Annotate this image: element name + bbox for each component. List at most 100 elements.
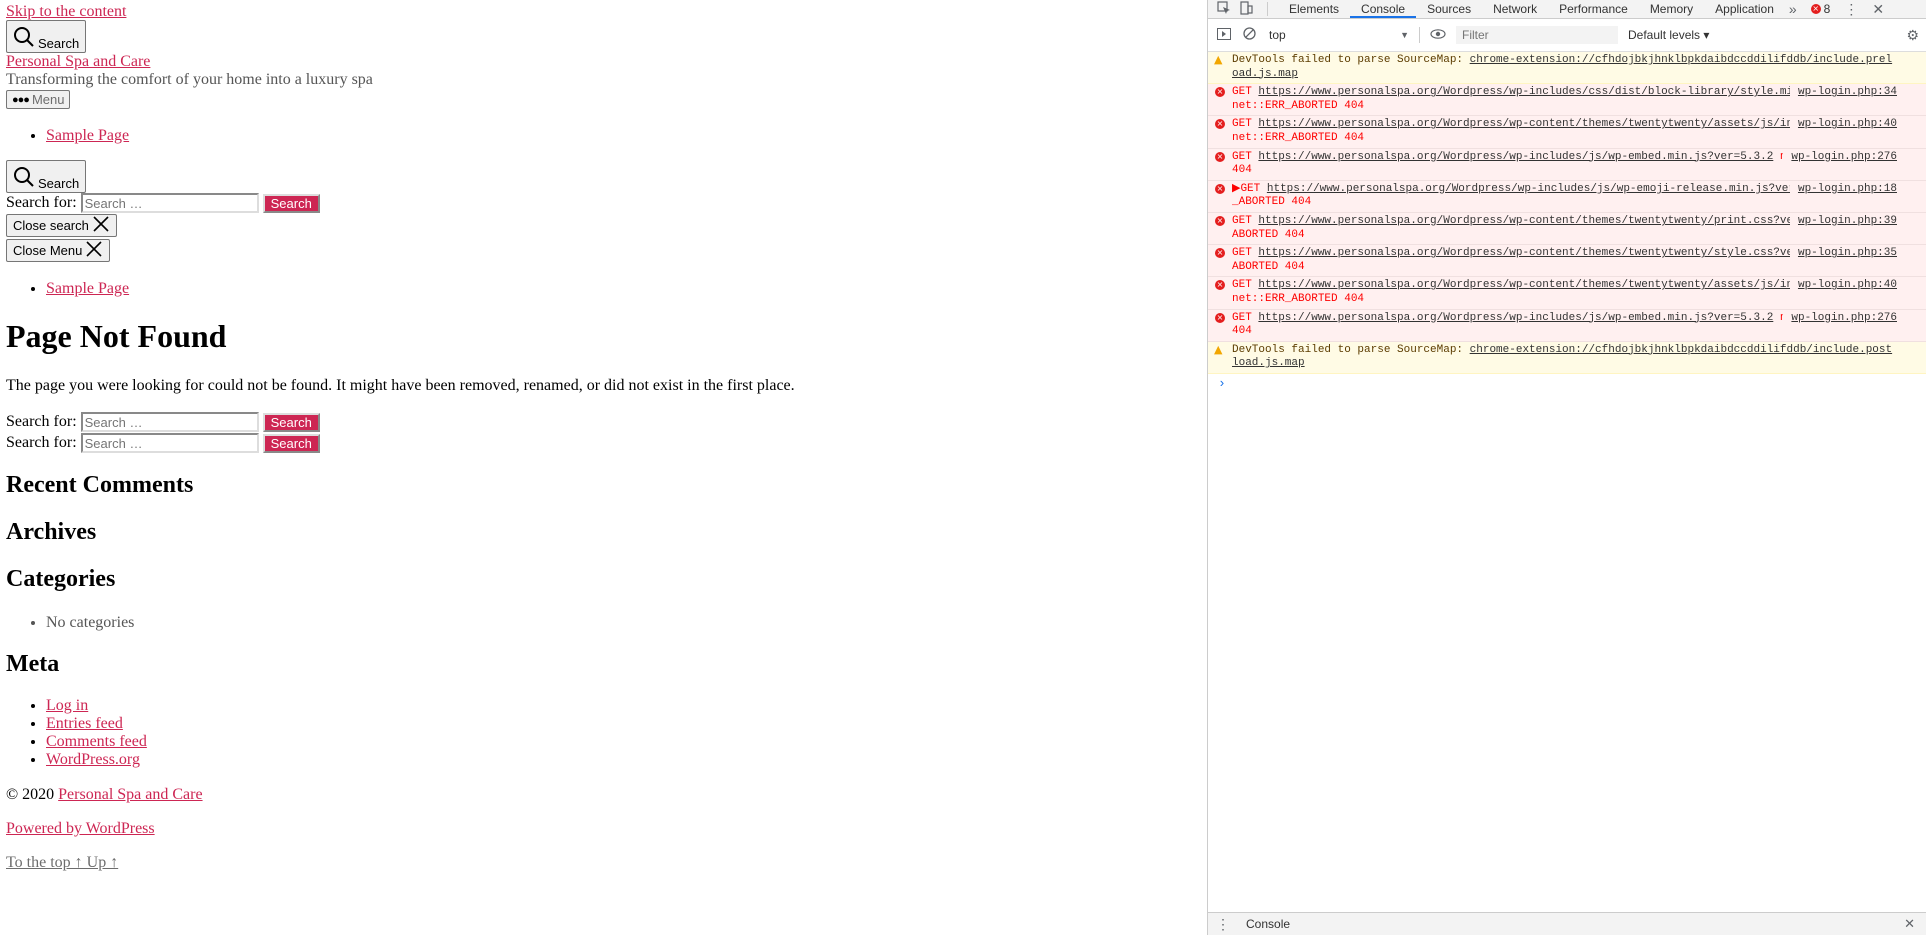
list-item: Entries feed (46, 715, 147, 733)
message-source-link[interactable]: wp-login.php:34 (1789, 86, 1897, 100)
error-count: 8 (1823, 2, 1831, 16)
message-source-link[interactable]: wp-login.php:276 (1783, 150, 1897, 165)
message-status: net::ERR_ABORTED 404 (1232, 131, 1365, 144)
mobile-nav-link-sample-page[interactable]: Sample Page (46, 280, 129, 297)
skip-link[interactable]: Skip to the content (6, 3, 126, 21)
context-selector[interactable]: top ▼ (1269, 28, 1409, 42)
menu-toggle-button[interactable]: ●●● Menu (6, 90, 71, 109)
console-error-message: × ▶GET https://www.personalspa.org/Wordpr… (1208, 180, 1926, 213)
tab-memory[interactable]: Memory (1639, 0, 1704, 18)
gear-icon[interactable]: ⚙ (1906, 27, 1919, 44)
search-submit-button[interactable]: Search (262, 433, 320, 453)
tab-network[interactable]: Network (1482, 0, 1548, 18)
error-icon: × (1215, 183, 1225, 194)
console-messages: ▲ DevTools failed to parse SourceMap: chr… (1208, 52, 1926, 374)
message-url-link[interactable]: https://www.personalspa.org/Wordpress/wp… (1267, 183, 1835, 195)
search-input[interactable] (80, 412, 259, 432)
site-title[interactable]: Personal Spa and Care (6, 53, 150, 71)
message-status: net::ERR_ABORTED 404 (1232, 99, 1365, 112)
search-input[interactable] (80, 433, 259, 453)
close-search-label: Close search (13, 218, 89, 233)
message-url-link[interactable]: https://www.personalspa.org/Wordpress/wp… (1258, 215, 1826, 227)
drawer-tab-console[interactable]: Console (1246, 917, 1290, 931)
close-menu-button[interactable]: Close Menu (6, 239, 111, 262)
categories-list: No categories (6, 614, 134, 632)
eye-icon[interactable] (1430, 28, 1448, 42)
message-source-link[interactable]: wp-login.php:276 (1783, 311, 1897, 326)
meta-link-wordpress-org[interactable]: WordPress.org (46, 751, 140, 768)
search-input[interactable] (80, 193, 259, 213)
tab-application[interactable]: Application (1704, 0, 1785, 18)
meta-link-log-in[interactable]: Log in (46, 697, 88, 714)
more-tabs-icon[interactable]: » (1789, 1, 1797, 17)
tab-performance[interactable]: Performance (1548, 0, 1639, 18)
message-url-link[interactable]: https://www.personalspa.org/Wordpress/wp… (1258, 247, 1826, 259)
message-source-link[interactable]: wp-login.php:40 (1789, 279, 1897, 293)
close-devtools-icon[interactable]: ✕ (1872, 1, 1884, 18)
close-search-button[interactable]: Close search (6, 214, 117, 237)
search-toggle-button[interactable]: Search (6, 20, 87, 53)
message-url-link[interactable]: https://www.personalspa.org/Wordpress/wp… (1258, 151, 1773, 163)
search-for-label: Search for: (6, 194, 77, 211)
message-prefix: GET (1232, 86, 1259, 99)
close-icon (92, 215, 110, 236)
site-description: Transforming the comfort of your home in… (6, 71, 373, 88)
devtools-tabbar: Elements Console Sources Network Perform… (1208, 0, 1926, 19)
message-prefix: DevTools failed to parse SourceMap: (1232, 343, 1470, 356)
mobile-nav: Sample Page (6, 280, 129, 298)
meta-link-entries-feed[interactable]: Entries feed (46, 715, 123, 732)
message-source-link[interactable]: wp-login.php:40 (1789, 118, 1897, 132)
tab-elements[interactable]: Elements (1278, 0, 1350, 18)
message-prefix: ▶GET (1232, 182, 1267, 195)
console-toolbar: top ▼ Default levels ▾ ⚙ (1208, 19, 1926, 52)
meta-list: Log in Entries feed Comments feed WordPr… (6, 697, 147, 769)
tab-sources[interactable]: Sources (1416, 0, 1482, 18)
search-for-label: Search for: (6, 413, 77, 430)
page-viewport: Skip to the content Search Personal Spa … (0, 0, 1206, 935)
nav-item: Sample Page (46, 127, 129, 145)
search-submit-button[interactable]: Search (262, 412, 320, 432)
message-source-link[interactable]: wp-login.php:39 (1789, 214, 1897, 229)
error-icon: × (1810, 4, 1821, 14)
search-icon (13, 166, 35, 191)
drawer-menu-icon[interactable]: ⋮ (1216, 916, 1230, 933)
sidebar-toggle-icon[interactable] (1217, 27, 1233, 43)
inspect-element-icon[interactable] (1217, 0, 1235, 18)
message-source-link[interactable]: wp-login.php:35 (1789, 247, 1897, 261)
list-item: Comments feed (46, 733, 147, 751)
error-count-badge[interactable]: × 8 (1810, 2, 1831, 16)
to-the-top-link[interactable]: To the top ↑ Up ↑ (6, 854, 118, 872)
list-item: WordPress.org (46, 751, 147, 769)
console-warning-message: ▲ DevTools failed to parse SourceMap: chr… (1208, 341, 1926, 374)
close-drawer-icon[interactable]: ✕ (1904, 916, 1915, 932)
error-icon: × (1215, 119, 1225, 130)
console-warning-message: ▲ DevTools failed to parse SourceMap: chr… (1208, 52, 1926, 85)
footer-site-link[interactable]: Personal Spa and Care (58, 786, 202, 803)
tab-console[interactable]: Console (1350, 0, 1417, 18)
search-form: Search for: Search (6, 193, 320, 213)
meta-link-comments-feed[interactable]: Comments feed (46, 733, 147, 750)
message-source-link[interactable]: wp-login.php:18 (1789, 182, 1897, 197)
search-toggle-label: Search (38, 176, 80, 191)
prompt-caret: › (1218, 375, 1226, 391)
console-prompt[interactable]: › (1208, 374, 1926, 391)
context-value: top (1269, 28, 1286, 42)
message-prefix: DevTools failed to parse SourceMap: (1232, 54, 1470, 66)
clear-console-icon[interactable] (1243, 27, 1259, 43)
device-toolbar-icon[interactable] (1239, 0, 1257, 18)
nav-link-sample-page[interactable]: Sample Page (46, 127, 129, 144)
message-prefix: GET (1232, 118, 1259, 131)
powered-by-link[interactable]: Powered by WordPress (6, 820, 155, 838)
console-filter-input[interactable] (1456, 26, 1618, 44)
message-prefix: GET (1232, 279, 1259, 292)
list-item: No categories (46, 614, 134, 632)
log-levels-dropdown[interactable]: Default levels ▾ (1628, 28, 1709, 42)
search-submit-button[interactable]: Search (262, 193, 320, 213)
console-error-message: × GET https://www.personalspa.org/Wordpre… (1208, 148, 1926, 181)
kebab-menu-icon[interactable]: ⋮ (1844, 1, 1858, 18)
message-prefix: GET (1232, 311, 1259, 324)
message-url-link[interactable]: https://www.personalspa.org/Wordpress/wp… (1258, 312, 1773, 324)
search-toggle-button-2[interactable]: Search (6, 160, 87, 193)
more-dots-icon: ●●● (12, 93, 30, 106)
console-error-message: × GET https://www.personalspa.org/Wordpre… (1208, 245, 1926, 278)
